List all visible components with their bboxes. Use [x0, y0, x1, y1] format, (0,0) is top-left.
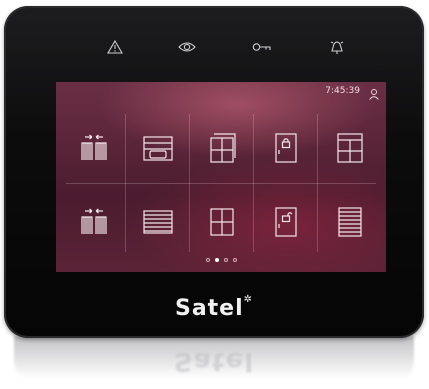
door-unlocked-icon: [274, 206, 297, 237]
tile-window[interactable]: [190, 110, 253, 183]
tile-door-unlocked[interactable]: [254, 184, 317, 257]
gate-icon: [80, 134, 107, 160]
touch-screen: 7:45:39: [56, 82, 386, 272]
door-locked-icon: [274, 132, 297, 163]
fire-alarm-bell-icon[interactable]: [326, 36, 348, 58]
tile-roller-shutter[interactable]: [126, 184, 189, 257]
page-dot[interactable]: [232, 258, 237, 262]
tile-gate[interactable]: [62, 184, 125, 257]
garage-door-icon: [142, 135, 173, 161]
logo-reflection: Satel: [173, 346, 255, 376]
tile-roller-shutter[interactable]: [318, 184, 381, 257]
function-grid: [62, 110, 380, 256]
keypad-device: 7:45:39 Satel✲: [4, 6, 424, 338]
window-icon: [209, 132, 236, 163]
window-blind-icon: [336, 132, 363, 163]
page-dot[interactable]: [223, 258, 228, 262]
roller-shutter-icon: [337, 206, 362, 237]
eye-icon[interactable]: [176, 36, 198, 58]
key-icon[interactable]: [251, 36, 273, 58]
tile-garage[interactable]: [126, 110, 189, 183]
clock: 7:45:39: [325, 86, 360, 96]
page-indicator[interactable]: [56, 258, 386, 266]
warning-icon[interactable]: [104, 36, 126, 58]
user-icon[interactable]: [368, 85, 380, 100]
tile-window-blind[interactable]: [318, 110, 381, 183]
top-function-bar: [4, 36, 424, 66]
page-dot-active[interactable]: [214, 258, 219, 262]
window-icon: [209, 207, 234, 236]
tile-gate[interactable]: [62, 110, 125, 183]
device-reflection: Satel: [14, 336, 414, 389]
gate-icon: [80, 208, 107, 234]
brand-logo: Satel✲: [4, 294, 424, 321]
page-dot[interactable]: [205, 258, 210, 262]
status-bar: 7:45:39: [56, 82, 386, 102]
tile-door-locked[interactable]: [254, 110, 317, 183]
roller-shutter-icon: [142, 209, 173, 234]
brand-mark: ✲: [243, 294, 254, 305]
brand-name: Satel: [174, 296, 244, 321]
tile-window[interactable]: [190, 184, 253, 257]
